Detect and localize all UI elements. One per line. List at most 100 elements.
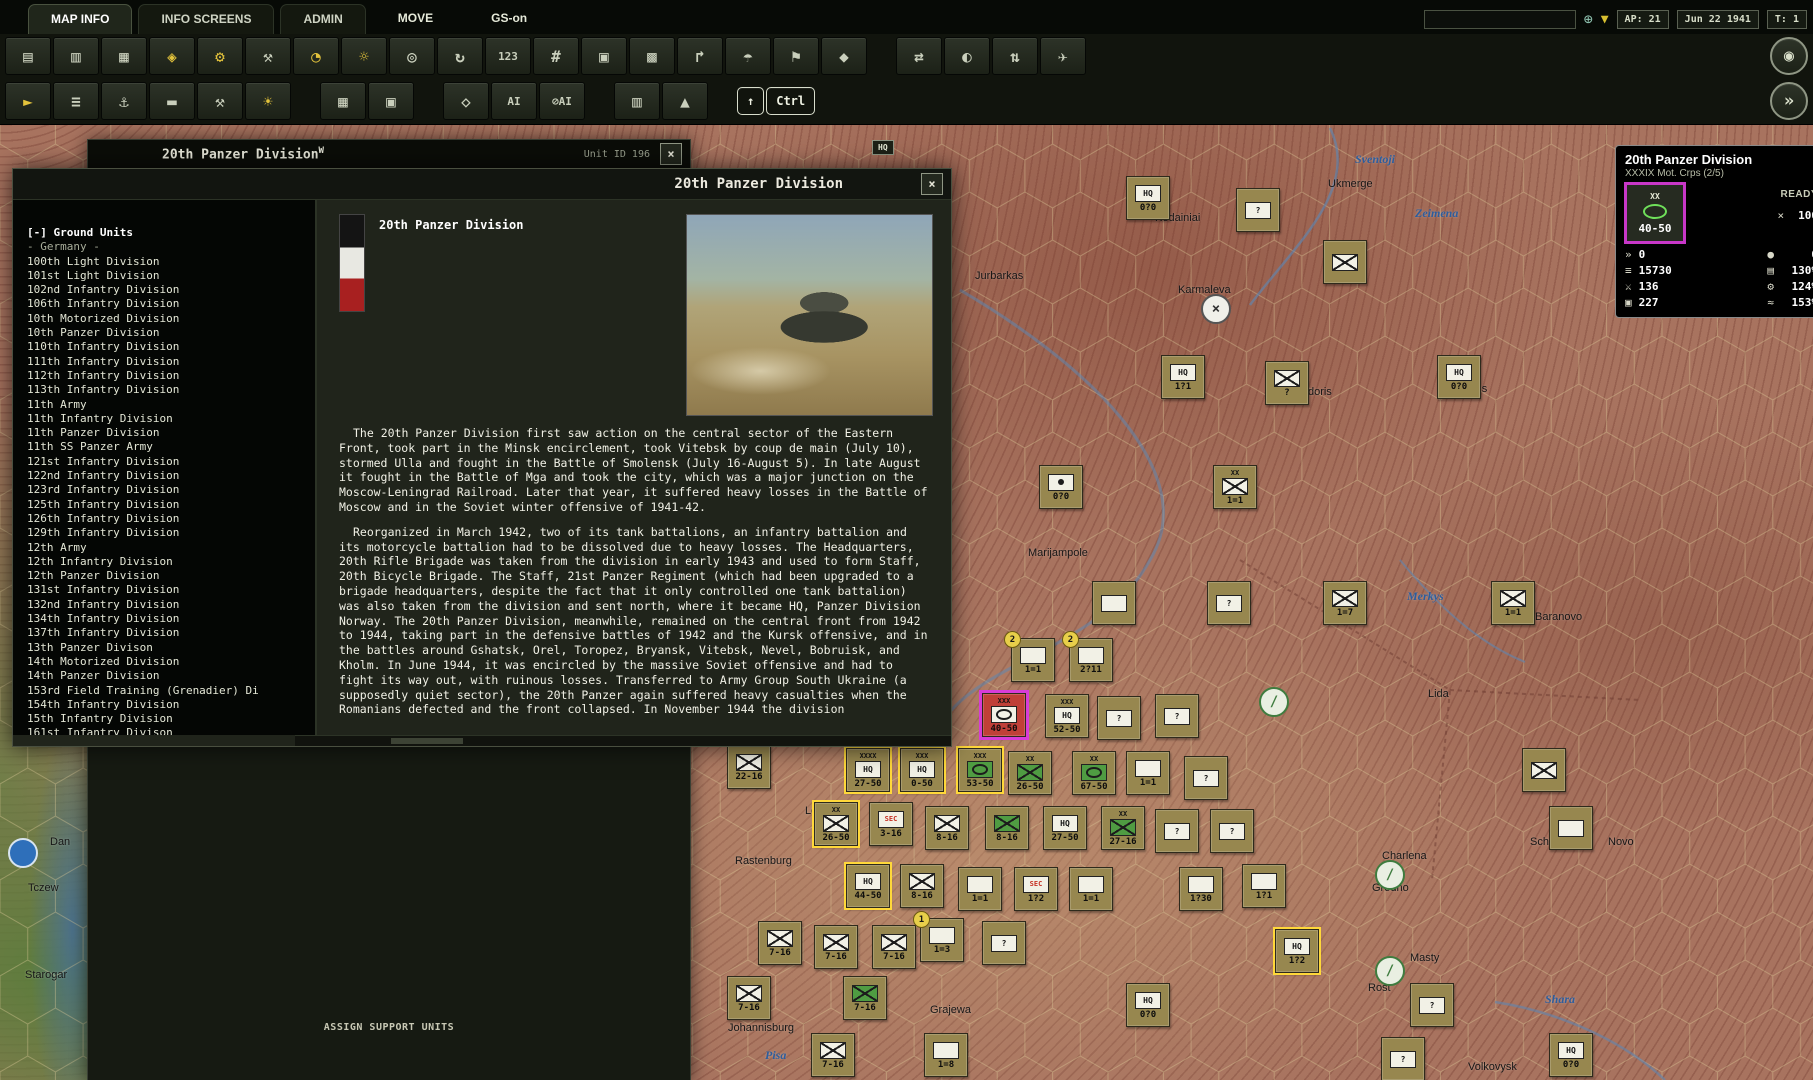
turn-clock-button[interactable]: ◔ [293, 37, 339, 75]
supply-trace-button[interactable]: ◇ [443, 82, 489, 120]
swap-units-button[interactable]: ⇄ [896, 37, 942, 75]
ai-off-button[interactable]: ⊘AI [539, 82, 585, 120]
air-doctrine-button[interactable]: ✈ [1040, 37, 1086, 75]
list-item[interactable]: 113th Infantry Division [27, 383, 307, 397]
list-item[interactable]: 12th Panzer Division [27, 569, 307, 583]
highlight-button[interactable]: ☼ [341, 37, 387, 75]
slash-circle[interactable]: / [1375, 860, 1405, 890]
preferences-button[interactable]: ⚙ [197, 37, 243, 75]
unit-counter[interactable]: ? [1265, 361, 1309, 405]
weather-button[interactable]: ☂ [725, 37, 771, 75]
unit-counter[interactable]: XXX53-50 [958, 748, 1002, 792]
unit-counter[interactable]: 1=1 [1126, 751, 1170, 795]
unit-counter[interactable]: 21=1 [1011, 638, 1055, 682]
unit-counter[interactable]: ? [1210, 809, 1254, 853]
ctrl-key[interactable]: Ctrl [766, 87, 815, 115]
unit-counter[interactable]: XX1=1 [1213, 465, 1257, 509]
unit-counter[interactable]: 22?11 [1069, 638, 1113, 682]
unit-counter[interactable]: 1=1 [958, 867, 1002, 911]
next-unit-button[interactable]: ► [5, 82, 51, 120]
list-item[interactable]: 11th Panzer Division [27, 426, 307, 440]
tab-admin[interactable]: ADMIN [280, 4, 365, 34]
fuel-button[interactable]: ◐ [944, 37, 990, 75]
jump-to-button[interactable]: 123 [485, 37, 531, 75]
scrollbar-thumb[interactable] [391, 738, 463, 744]
globe-icon[interactable]: ⊕ [1584, 12, 1593, 27]
list-item[interactable]: 106th Infantry Division [27, 297, 307, 311]
selected-unit-counter[interactable]: XX 40-50 [1627, 185, 1683, 241]
list-item[interactable]: 11th Infantry Division [27, 412, 307, 426]
list-item[interactable]: 11th Army [27, 398, 307, 412]
units-button[interactable]: ◆ [821, 37, 867, 75]
list-item[interactable]: 123rd Infantry Division [27, 483, 307, 497]
bombard-button[interactable]: ☀ [245, 82, 291, 120]
x-circle[interactable]: × [1201, 294, 1231, 324]
depot-grid-button[interactable]: ▦ [320, 82, 366, 120]
unit-counter[interactable]: XX26-50 [814, 802, 858, 846]
factory-move-button[interactable]: ▥ [614, 82, 660, 120]
ai-assist-button[interactable]: AI [491, 82, 537, 120]
encyclopedia-titlebar[interactable]: 20th Panzer Division × [13, 169, 951, 200]
industry-button[interactable]: ▩ [629, 37, 675, 75]
dig-in-button[interactable]: ▲ [662, 82, 708, 120]
unit-counter[interactable]: XXXHQ52-50 [1045, 694, 1089, 738]
blue-circle[interactable] [8, 838, 38, 868]
list-item[interactable]: 122nd Infantry Division [27, 469, 307, 483]
unit-counter[interactable]: 1=1 [1491, 581, 1535, 625]
list-item[interactable]: 153rd Field Training (Grenadier) Di [27, 684, 307, 698]
unit-counter[interactable] [1549, 806, 1593, 850]
unit-counter[interactable]: 7-16 [814, 925, 858, 969]
unit-counter[interactable]: 1=1 [1069, 867, 1113, 911]
list-item[interactable]: 10th Panzer Division [27, 326, 307, 340]
list-item[interactable]: 154th Infantry Division [27, 698, 307, 712]
shift-key[interactable]: ↑ [737, 87, 764, 115]
unit-counter[interactable]: ? [1410, 983, 1454, 1027]
map-modes-button[interactable]: ▥ [53, 37, 99, 75]
slash-circle[interactable]: / [1375, 956, 1405, 986]
unit-counter[interactable]: 22-16 [727, 745, 771, 789]
unit-counter[interactable]: HQ27-50 [1043, 806, 1087, 850]
rail-network-button[interactable]: # [533, 37, 579, 75]
unit-counter[interactable]: HQ1?2 [1275, 929, 1319, 973]
refresh-button[interactable]: ↻ [437, 37, 483, 75]
list-item[interactable]: 137th Infantry Division [27, 626, 307, 640]
list-item[interactable]: 11th SS Panzer Army [27, 440, 307, 454]
unit-counter[interactable]: XXXHQ0-50 [900, 748, 944, 792]
unit-counter[interactable]: 7-16 [758, 921, 802, 965]
amphib-button[interactable]: ▬ [149, 82, 195, 120]
unit-counter[interactable]: 7-16 [872, 925, 916, 969]
close-icon[interactable]: × [921, 173, 943, 195]
unit-counter[interactable]: HQ0?0 [1437, 355, 1481, 399]
victory-button[interactable]: ⚑ [773, 37, 819, 75]
list-item[interactable]: 131st Infantry Division [27, 583, 307, 597]
production-button[interactable]: ⚒ [245, 37, 291, 75]
list-item[interactable]: 12th Army [27, 541, 307, 555]
rail-move-button[interactable]: ≡ [53, 82, 99, 120]
unit-counter[interactable]: SEC3-16 [869, 802, 913, 846]
list-item[interactable]: 102nd Infantry Division [27, 283, 307, 297]
unit-counter[interactable]: ? [1381, 1037, 1425, 1080]
tab-gs-on[interactable]: GS-on [465, 4, 553, 34]
unit-counter[interactable]: 1?30 [1179, 867, 1223, 911]
list-item[interactable]: 129th Infantry Division [27, 526, 307, 540]
list-item[interactable]: 13th Panzer Divison [27, 641, 307, 655]
unit-counter[interactable]: 8-16 [900, 864, 944, 908]
unit-counter[interactable]: 1=7 [1323, 581, 1367, 625]
unit-counter[interactable]: ? [1155, 694, 1199, 738]
unit-counter[interactable]: XX27-16 [1101, 806, 1145, 850]
list-item[interactable]: 112th Infantry Division [27, 369, 307, 383]
compass-button[interactable]: ◉ [1770, 37, 1808, 75]
unit-counter[interactable]: ? [1097, 696, 1141, 740]
horizontal-scrollbar[interactable] [295, 735, 951, 746]
hq-chip[interactable]: HQ [872, 140, 894, 155]
unit-counter[interactable]: 1=8 [924, 1033, 968, 1077]
unit-counter[interactable]: 0?0 [1039, 465, 1083, 509]
assign-support-units-button[interactable]: ASSIGN SUPPORT UNITS [88, 1022, 690, 1033]
unit-counter[interactable]: 7-16 [727, 976, 771, 1020]
repair-button[interactable]: ⚒ [197, 82, 243, 120]
hex-detail-button[interactable]: ◈ [149, 37, 195, 75]
list-item[interactable]: 121st Infantry Division [27, 455, 307, 469]
unit-counter[interactable]: XXXXHQ27-50 [846, 748, 890, 792]
freight-button[interactable]: ▣ [368, 82, 414, 120]
unit-counter[interactable]: HQ0?0 [1126, 983, 1170, 1027]
